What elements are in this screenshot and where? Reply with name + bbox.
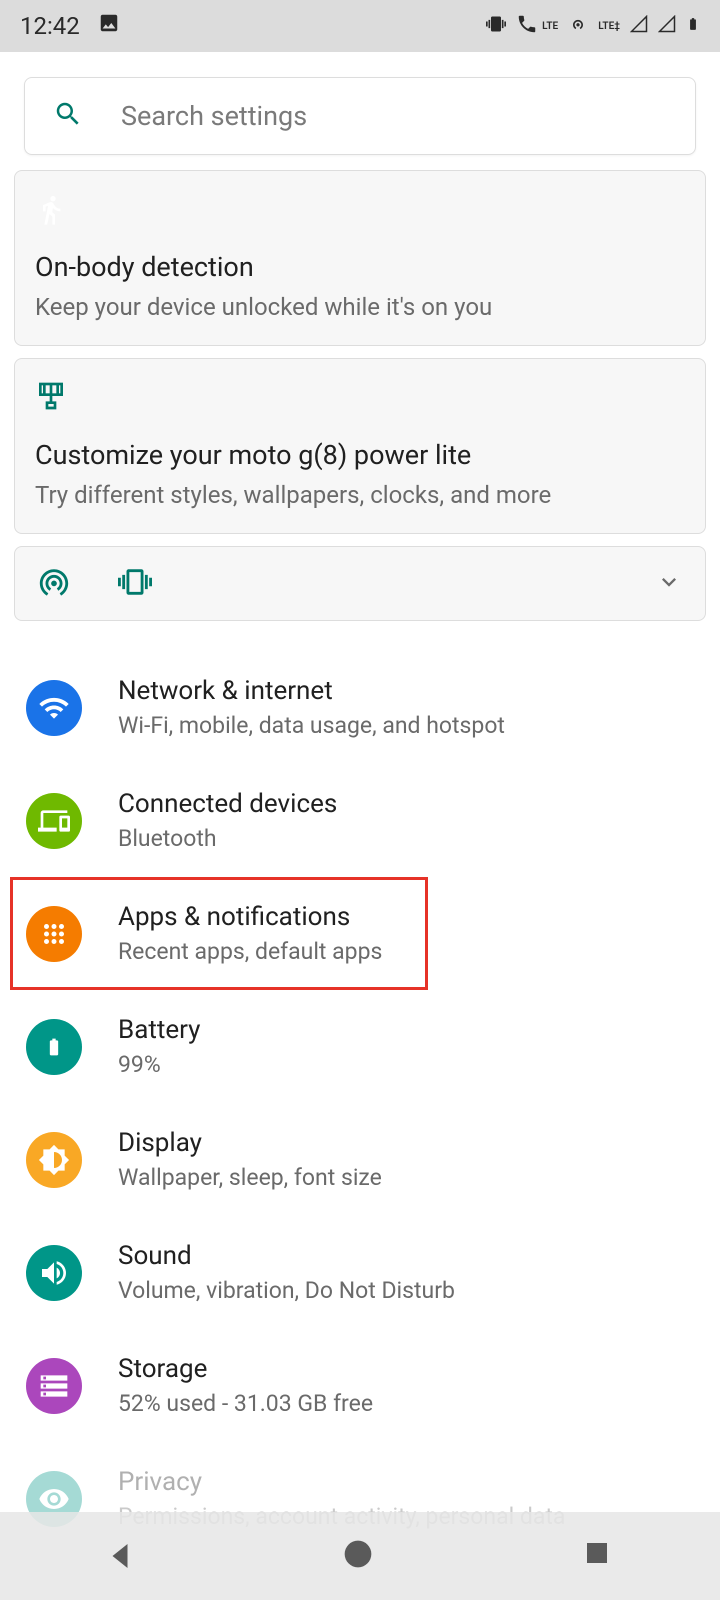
setting-title: Battery bbox=[118, 1015, 694, 1045]
card-subtitle: Keep your device unlocked while it's on … bbox=[35, 293, 685, 321]
wifi-icon bbox=[26, 680, 82, 736]
setting-battery[interactable]: Battery 99% bbox=[12, 990, 708, 1103]
storage-icon bbox=[26, 1358, 82, 1414]
setting-sound[interactable]: Sound Volume, vibration, Do Not Disturb bbox=[12, 1216, 708, 1329]
setting-connected-devices[interactable]: Connected devices Bluetooth bbox=[12, 764, 708, 877]
chevron-down-icon bbox=[655, 568, 683, 600]
nav-home[interactable] bbox=[342, 1538, 378, 1574]
search-icon bbox=[53, 99, 83, 133]
card-subtitle: Try different styles, wallpapers, clocks… bbox=[35, 481, 685, 509]
signal-icon-1 bbox=[630, 15, 648, 37]
nav-bar bbox=[0, 1512, 720, 1600]
setting-apps-notifications[interactable]: Apps & notifications Recent apps, defaul… bbox=[12, 877, 708, 990]
walk-icon bbox=[35, 191, 685, 231]
lte-label-2: LTE‡ bbox=[598, 21, 620, 32]
lte-label-1: LTE bbox=[542, 21, 558, 32]
setting-subtitle: 99% bbox=[118, 1051, 694, 1078]
card-customize[interactable]: Customize your moto g(8) power lite Try … bbox=[14, 358, 706, 534]
setting-title: Connected devices bbox=[118, 789, 694, 819]
gallery-icon bbox=[98, 12, 120, 40]
card-title: On-body detection bbox=[35, 251, 685, 283]
nav-recent[interactable] bbox=[582, 1538, 618, 1574]
signal-icon-2 bbox=[658, 15, 676, 37]
setting-network[interactable]: Network & internet Wi-Fi, mobile, data u… bbox=[12, 651, 708, 764]
status-time: 12:42 bbox=[20, 12, 80, 40]
setting-subtitle: Wi-Fi, mobile, data usage, and hotspot bbox=[118, 712, 694, 739]
settings-list: Network & internet Wi-Fi, mobile, data u… bbox=[12, 651, 708, 1555]
setting-subtitle: Wallpaper, sleep, font size bbox=[118, 1164, 694, 1191]
hotspot-icon bbox=[568, 14, 588, 38]
setting-title: Network & internet bbox=[118, 676, 694, 706]
apps-icon bbox=[26, 906, 82, 962]
setting-display[interactable]: Display Wallpaper, sleep, font size bbox=[12, 1103, 708, 1216]
vibrate-icon bbox=[486, 14, 506, 38]
search-placeholder: Search settings bbox=[121, 100, 307, 132]
setting-subtitle: Volume, vibration, Do Not Disturb bbox=[118, 1277, 694, 1304]
setting-storage[interactable]: Storage 52% used - 31.03 GB free bbox=[12, 1329, 708, 1442]
setting-title: Privacy bbox=[118, 1467, 694, 1497]
nav-back[interactable] bbox=[102, 1538, 138, 1574]
setting-title: Sound bbox=[118, 1241, 694, 1271]
hotspot-toggle-icon bbox=[37, 565, 71, 603]
devices-icon bbox=[26, 793, 82, 849]
setting-title: Display bbox=[118, 1128, 694, 1158]
quick-toggle-card[interactable] bbox=[14, 546, 706, 621]
battery-icon bbox=[686, 13, 700, 39]
wifi-calling-icon bbox=[516, 13, 538, 39]
setting-title: Storage bbox=[118, 1354, 694, 1384]
setting-subtitle: Bluetooth bbox=[118, 825, 694, 852]
brush-icon bbox=[35, 379, 685, 419]
sound-icon bbox=[26, 1245, 82, 1301]
card-onbody-detection[interactable]: On-body detection Keep your device unloc… bbox=[14, 170, 706, 346]
status-bar: 12:42 LTE LTE‡ bbox=[0, 0, 720, 52]
setting-title: Apps & notifications bbox=[118, 902, 694, 932]
card-title: Customize your moto g(8) power lite bbox=[35, 439, 685, 471]
battery-circle-icon bbox=[26, 1019, 82, 1075]
brightness-icon bbox=[26, 1132, 82, 1188]
setting-subtitle: Recent apps, default apps bbox=[118, 938, 694, 965]
vibrate-toggle-icon bbox=[117, 565, 153, 603]
search-settings[interactable]: Search settings bbox=[24, 77, 696, 155]
setting-subtitle: 52% used - 31.03 GB free bbox=[118, 1390, 694, 1417]
